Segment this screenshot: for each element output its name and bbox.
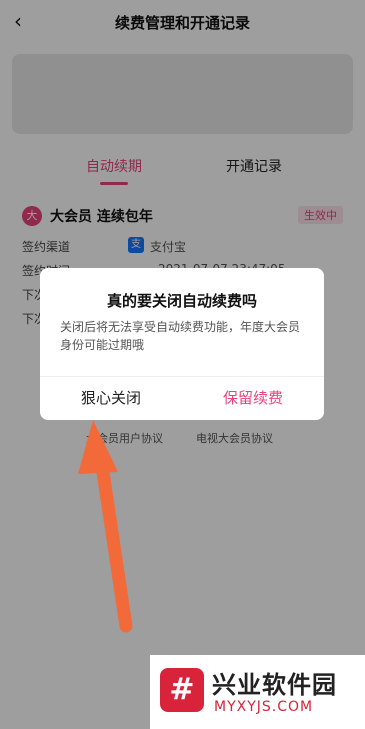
watermark-logo-icon: # (160, 668, 204, 712)
keep-renewal-button[interactable]: 保留续费 (182, 377, 324, 420)
watermark-title: 兴业软件园 (212, 671, 337, 699)
close-renewal-button[interactable]: 狠心关闭 (40, 377, 182, 420)
watermark: # 兴业软件园 MYXYJS.COM (150, 655, 365, 729)
confirm-dialog: 真的要关闭自动续费吗 关闭后将无法享受自动续费功能，年度大会员身份可能过期哦 狠… (40, 268, 324, 420)
watermark-url: MYXYJS.COM (214, 699, 314, 715)
dialog-title: 真的要关闭自动续费吗 (106, 292, 257, 310)
dialog-message: 关闭后将无法享受自动续费功能，年度大会员身份可能过期哦 (60, 320, 301, 352)
